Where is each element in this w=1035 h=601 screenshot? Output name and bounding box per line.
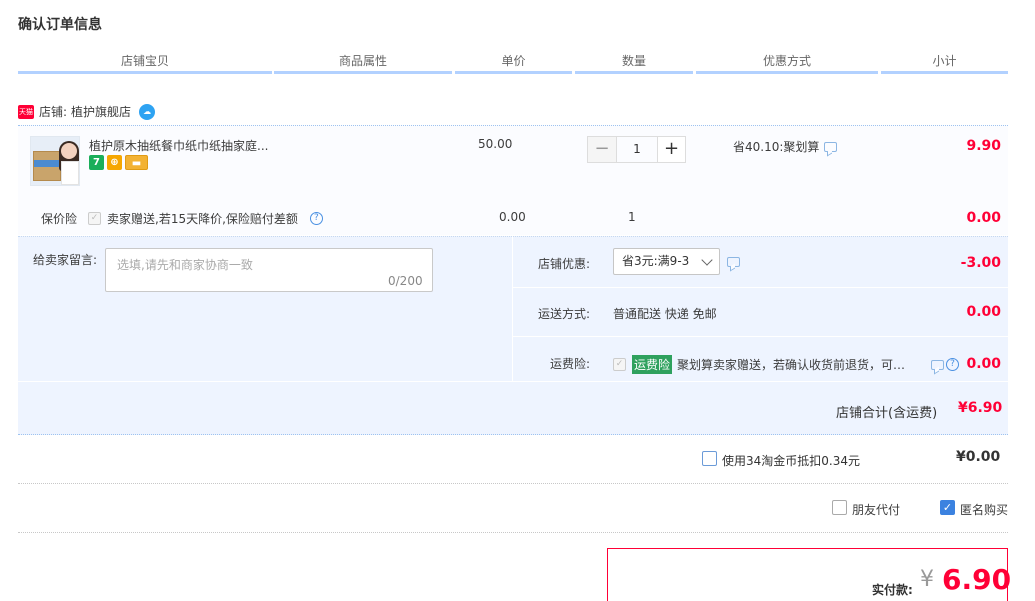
page-title: 确认订单信息 (18, 17, 102, 33)
friend-pay-label: 朋友代付 (852, 503, 901, 517)
insurance-text: 卖家赠送,若15天降价,保险赔付差额 (107, 212, 298, 226)
message-icon[interactable] (824, 141, 838, 152)
quantity-increase-button[interactable]: + (657, 137, 685, 162)
payment-currency: ¥ (920, 567, 934, 592)
product-thumbnail[interactable] (30, 136, 80, 186)
shipping-amount: 0.00 (966, 304, 1001, 320)
friend-pay-checkbox[interactable] (832, 500, 847, 515)
insurance-row: ✓ 卖家赠送,若15天降价,保险赔付差额 ? (88, 210, 323, 227)
column-header-price: 单价 (455, 52, 572, 74)
freight-insurance-checkbox: ✓ (613, 358, 626, 371)
tmall-badge-icon: 天猫 (18, 105, 34, 119)
shop-coupon-amount: -3.00 (960, 255, 1001, 271)
quantity-decrease-button[interactable]: − (588, 137, 616, 162)
column-header-quantity: 数量 (575, 52, 693, 74)
insurance-qty: 1 (628, 210, 636, 224)
seller-note-label: 给卖家留言: (33, 253, 98, 267)
shipping-method: 普通配送 快递 免邮 (613, 307, 717, 321)
shop-coupon-label: 店铺优惠: (537, 257, 590, 271)
guarantee-icon[interactable]: ⊕ (107, 155, 122, 170)
row-divider (512, 287, 1008, 288)
insurance-checkbox: ✓ (88, 212, 101, 225)
wangwang-chat-icon[interactable]: ☁ (139, 104, 156, 120)
shop-total-label: 店铺合计(含运费) (836, 406, 938, 421)
row-divider (512, 336, 1008, 337)
quantity-stepper: − 1 + (587, 136, 686, 163)
service-icons: 7 ⊕ ▬ (89, 155, 148, 170)
freight-insurance-tag: 运费险 (632, 355, 673, 374)
column-header-attrs: 商品属性 (274, 52, 452, 74)
seller-note-placeholder: 选填,请先和商家协商一致 (117, 258, 253, 272)
chevron-down-icon (701, 254, 713, 266)
freight-insurance-label: 运费险: (549, 357, 590, 371)
anonymous-checkbox[interactable]: ✓ (940, 500, 955, 515)
item-subtotal: 9.90 (966, 138, 1001, 154)
column-header-item: 店铺宝贝 (18, 52, 272, 74)
help-icon[interactable]: ? (309, 212, 323, 225)
shop-header: 天猫 店铺: 植护旗舰店 ☁ (18, 102, 156, 122)
shop-coupon-value: 省3元:满9-3 (622, 254, 690, 268)
anonymous-label: 匿名购买 (960, 503, 1009, 517)
help-icon[interactable]: ? (946, 358, 960, 371)
message-icon[interactable] (931, 359, 945, 370)
freight-insurance-row: ✓ 运费险 聚划算卖家赠送，若确认收货前退货，可获... ? (613, 355, 960, 374)
shop-coupon-select[interactable]: 省3元:满9-3 (613, 248, 720, 275)
insurance-label: 保价险 (41, 212, 78, 226)
unit-price: 50.00 (478, 137, 513, 151)
coins-label: 使用34淘金币抵扣0.34元 (722, 454, 860, 468)
coins-value: ¥0.00 (956, 449, 1001, 465)
payment-label: 实付款: (872, 583, 913, 597)
discount-text: 省40.10:聚划算 (733, 140, 820, 154)
insurance-subtotal: 0.00 (966, 210, 1001, 226)
shipping-label: 运送方式: (537, 307, 590, 321)
credit-card-icon[interactable]: ▬ (125, 155, 148, 170)
divider (18, 483, 1008, 484)
discount-method: 省40.10:聚划算 (733, 138, 838, 155)
shop-label: 店铺: (39, 105, 68, 119)
insurance-price: 0.00 (499, 210, 526, 224)
shop-name-link[interactable]: 植护旗舰店 (71, 102, 131, 122)
freight-insurance-amount: 0.00 (966, 356, 1001, 372)
coins-checkbox[interactable] (702, 451, 717, 466)
column-header-subtotal: 小计 (881, 52, 1008, 74)
product-title-link[interactable]: 植护原木抽纸餐巾纸巾纸抽家庭... (89, 137, 279, 154)
column-header-discount: 优惠方式 (696, 52, 878, 74)
shop-total-value: ¥6.90 (958, 400, 1003, 416)
divider (18, 532, 1008, 533)
message-icon[interactable] (727, 257, 740, 267)
seller-note-counter: 0/200 (388, 274, 423, 288)
seven-day-return-icon[interactable]: 7 (89, 155, 104, 170)
freight-insurance-desc: 聚划算卖家赠送，若确认收货前退货，可获... (677, 358, 916, 372)
quantity-input[interactable]: 1 (616, 137, 657, 162)
payment-amount: 6.90 (942, 563, 1012, 596)
table-header: 店铺宝贝 商品属性 单价 数量 优惠方式 小计 (18, 52, 1008, 74)
